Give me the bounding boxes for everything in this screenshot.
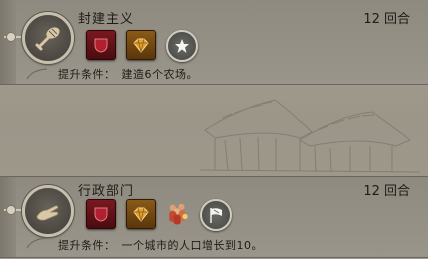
gold-gem-shield-icon[interactable] <box>126 30 156 60</box>
connector-node <box>6 205 16 215</box>
civic-title: 封建主义 <box>78 12 135 27</box>
civic-card-feudalism[interactable]: 封建主义 12 回合 提升条件： 建造6个农场。 <box>0 0 428 85</box>
requirement-text: 一个城市的人口增长到10。 <box>121 239 263 252</box>
requirement-line: 提升条件： 建造6个农场。 <box>58 66 198 82</box>
card-corner-ornament <box>26 68 48 80</box>
white-star-icon[interactable] <box>166 30 198 62</box>
unlock-icons <box>86 30 198 62</box>
civic-card-civil-service[interactable]: 行政部门 12 回合 提升条件： 一个城市的人口增长到10。 <box>0 176 428 258</box>
requirement-label: 提升条件： <box>58 239 116 252</box>
civic-medal <box>22 12 74 64</box>
turn-count: 12 回合 <box>363 12 410 27</box>
crowd-icon[interactable] <box>164 199 192 227</box>
card-corner-ornament <box>26 237 48 249</box>
turn-count: 12 回合 <box>363 184 410 199</box>
red-gem-shield-icon[interactable] <box>86 199 116 229</box>
red-gem-shield-icon[interactable] <box>86 30 116 60</box>
sword-and-bread-icon <box>35 27 60 51</box>
civic-medal <box>22 185 74 237</box>
civic-title: 行政部门 <box>78 184 135 199</box>
requirement-label: 提升条件： <box>58 68 116 81</box>
card-rail <box>0 0 16 84</box>
connector-node <box>6 32 16 42</box>
flag-icon[interactable] <box>200 199 232 231</box>
open-hand-icon <box>36 205 59 221</box>
requirement-text: 建造6个农场。 <box>121 68 198 81</box>
requirement-line: 提升条件： 一个城市的人口增长到10。 <box>58 237 263 253</box>
unlock-icons <box>86 199 232 231</box>
card-rail <box>0 177 16 257</box>
gold-gem-shield-icon[interactable] <box>126 199 156 229</box>
